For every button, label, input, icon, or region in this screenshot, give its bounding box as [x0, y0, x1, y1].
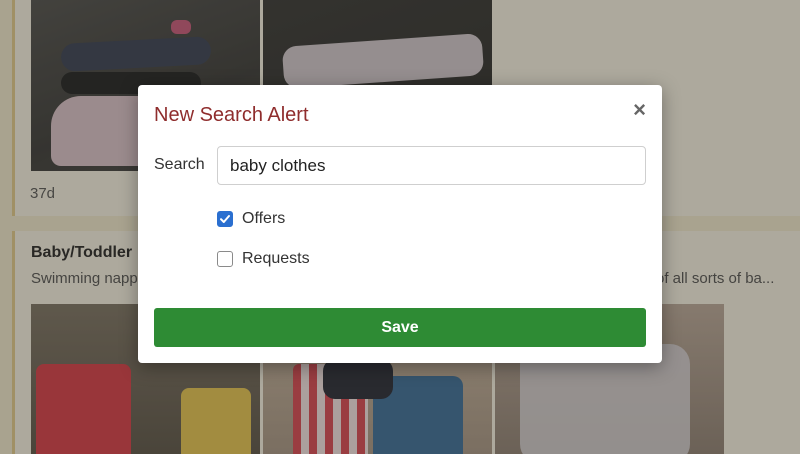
requests-option[interactable]: Requests	[217, 250, 310, 268]
modal-title: New Search Alert	[154, 104, 309, 126]
close-icon[interactable]: ×	[633, 99, 646, 121]
offers-label: Offers	[242, 210, 286, 227]
save-button[interactable]: Save	[154, 308, 646, 347]
requests-checkbox[interactable]	[217, 251, 233, 267]
search-input[interactable]	[217, 146, 646, 185]
offers-checkbox[interactable]	[217, 211, 233, 227]
search-label: Search	[154, 156, 205, 173]
checkmark-icon	[220, 215, 230, 223]
requests-label: Requests	[242, 250, 310, 267]
offers-option[interactable]: Offers	[217, 210, 285, 228]
search-alert-modal: New Search Alert × Search Offers Request…	[138, 85, 662, 363]
